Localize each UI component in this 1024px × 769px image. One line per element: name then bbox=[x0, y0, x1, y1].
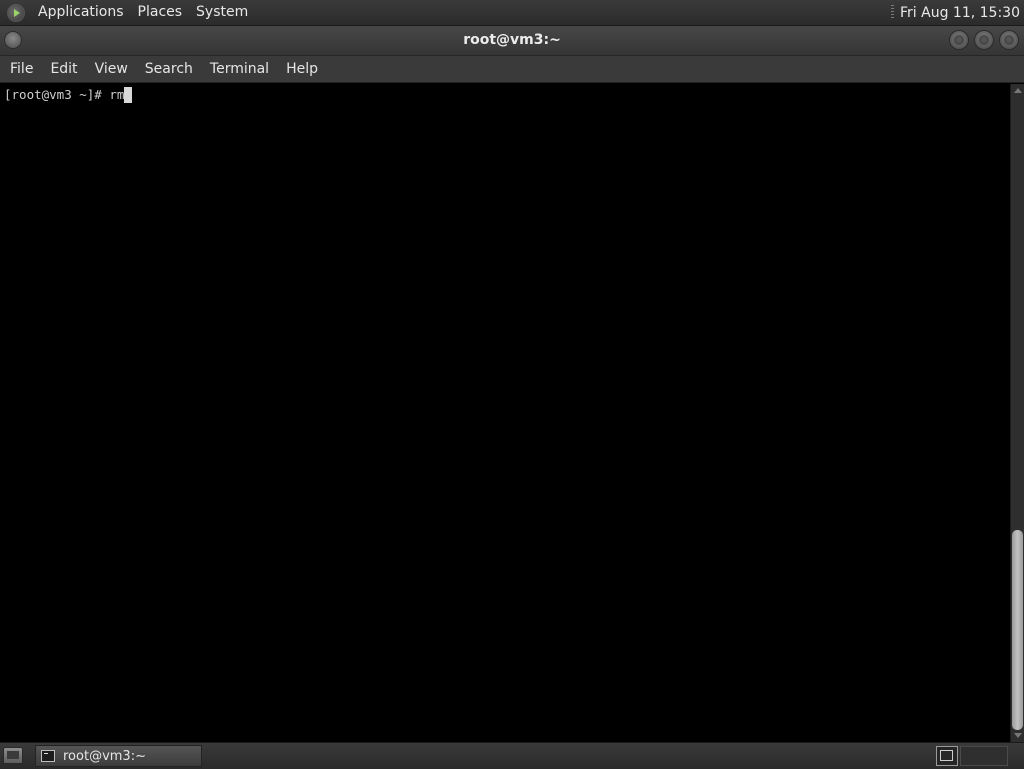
scroll-down-icon[interactable] bbox=[1014, 733, 1022, 738]
taskbar-window-button[interactable]: root@vm3:~ bbox=[35, 745, 202, 767]
show-desktop-icon[interactable] bbox=[3, 747, 23, 764]
close-button[interactable] bbox=[999, 30, 1019, 50]
menu-edit[interactable]: Edit bbox=[43, 56, 84, 83]
menu-help[interactable]: Help bbox=[279, 56, 325, 83]
terminal-scrollbar[interactable] bbox=[1010, 84, 1024, 742]
menu-search[interactable]: Search bbox=[138, 56, 200, 83]
system-menu[interactable]: System bbox=[189, 0, 255, 25]
maximize-button[interactable] bbox=[974, 30, 994, 50]
menu-view[interactable]: View bbox=[88, 56, 135, 83]
panel-handle-icon bbox=[891, 5, 895, 20]
minimize-button[interactable] bbox=[949, 30, 969, 50]
terminal-prompt: [root@vm3 ~]# bbox=[4, 87, 110, 102]
workspace-1[interactable] bbox=[936, 746, 958, 766]
workspace-2[interactable] bbox=[960, 746, 1008, 766]
menu-file[interactable]: File bbox=[3, 56, 40, 83]
applications-menu[interactable]: Applications bbox=[31, 0, 131, 25]
top-panel: Applications Places System Fri Aug 11, 1… bbox=[0, 0, 1024, 26]
bottom-panel: root@vm3:~ bbox=[0, 742, 1024, 769]
terminal-command: rm bbox=[109, 87, 125, 102]
text-cursor bbox=[124, 87, 133, 103]
taskbar-window-label: root@vm3:~ bbox=[63, 748, 146, 764]
scroll-up-icon[interactable] bbox=[1014, 88, 1022, 93]
places-menu[interactable]: Places bbox=[131, 0, 190, 25]
terminal-area[interactable]: [root@vm3 ~]# rm bbox=[0, 84, 1010, 742]
terminal-line: [root@vm3 ~]# rm bbox=[4, 87, 133, 103]
scrollbar-thumb[interactable] bbox=[1012, 530, 1023, 730]
terminal-menubar: File Edit View Search Terminal Help bbox=[0, 56, 1024, 83]
menu-terminal[interactable]: Terminal bbox=[203, 56, 276, 83]
terminal-icon bbox=[41, 750, 55, 762]
distro-logo-icon[interactable] bbox=[7, 3, 25, 22]
window-titlebar[interactable]: root@vm3:~ bbox=[0, 26, 1024, 56]
clock[interactable]: Fri Aug 11, 15:30 bbox=[900, 5, 1024, 21]
window-title: root@vm3:~ bbox=[463, 32, 561, 48]
